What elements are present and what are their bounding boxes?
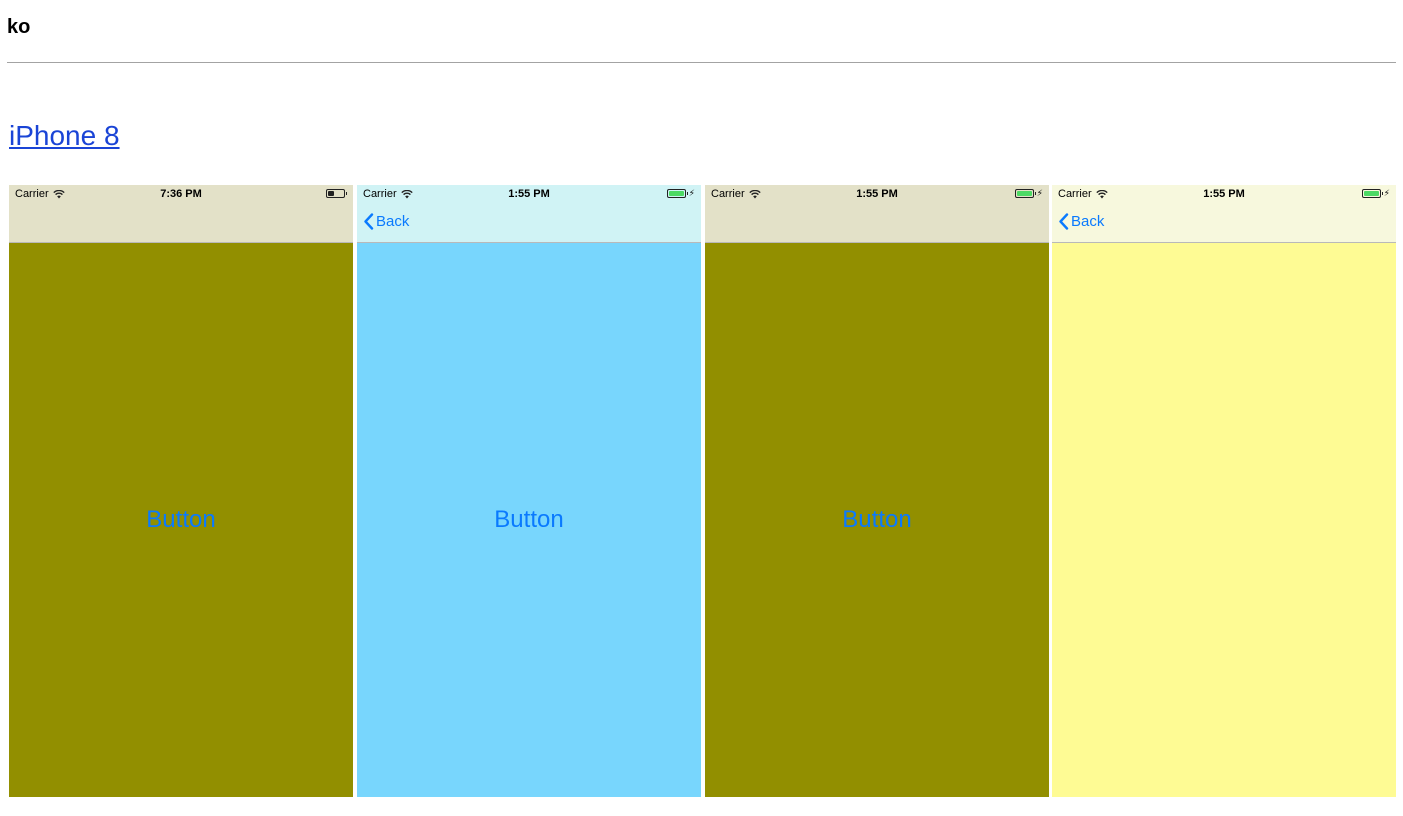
back-button[interactable]: Back: [363, 213, 409, 230]
chevron-left-icon: [364, 213, 374, 230]
status-bar: Carrier 1:55 PM ⚡: [357, 185, 701, 205]
divider: [7, 62, 1396, 63]
chevron-left-icon: [1059, 213, 1069, 230]
content-area: Button: [705, 243, 1049, 797]
status-bar: Carrier 1:55 PM ⚡: [1052, 185, 1396, 205]
back-label: Back: [376, 213, 410, 230]
navigation-bar: Carrier 7:36 PM ⚡: [9, 185, 353, 243]
navigation-bar: Carrier 1:55 PM ⚡ Back: [1052, 185, 1396, 243]
device-link-iphone-8[interactable]: iPhone 8: [9, 120, 120, 152]
center-button[interactable]: Button: [705, 243, 1049, 797]
status-time: 7:36 PM: [160, 188, 202, 200]
navigation-bar: Carrier 1:55 PM ⚡ Back: [357, 185, 701, 243]
charging-bolt-icon: ⚡: [1036, 188, 1043, 198]
screenshot-strip: Carrier 7:36 PM ⚡: [9, 185, 1396, 797]
back-label: Back: [1071, 213, 1105, 230]
status-time: 1:55 PM: [508, 188, 550, 200]
battery-icon: ⚡: [1361, 188, 1390, 198]
content-area: [1052, 243, 1396, 797]
screen-1: Carrier 7:36 PM ⚡: [9, 185, 353, 797]
status-time: 1:55 PM: [856, 188, 898, 200]
screen-2: Carrier 1:55 PM ⚡ Back Button: [357, 185, 701, 797]
center-button[interactable]: Button: [357, 243, 701, 797]
battery-icon: ⚡: [1014, 188, 1043, 198]
battery-icon: ⚡: [326, 189, 347, 198]
navigation-bar: Carrier 1:55 PM ⚡: [705, 185, 1049, 243]
back-button[interactable]: Back: [1058, 213, 1104, 230]
center-button[interactable]: Button: [9, 243, 353, 797]
battery-icon: ⚡: [666, 188, 695, 198]
charging-bolt-icon: ⚡: [688, 188, 695, 198]
page-title: ko: [7, 16, 31, 38]
status-bar: Carrier 7:36 PM ⚡: [9, 185, 353, 205]
status-time: 1:55 PM: [1203, 188, 1245, 200]
screen-3: Carrier 1:55 PM ⚡ Button: [705, 185, 1049, 797]
screen-4: Carrier 1:55 PM ⚡ Back: [1052, 185, 1396, 797]
charging-bolt-icon: ⚡: [1383, 188, 1390, 198]
content-area: Button: [9, 243, 353, 797]
status-bar: Carrier 1:55 PM ⚡: [705, 185, 1049, 205]
content-area: Button: [357, 243, 701, 797]
